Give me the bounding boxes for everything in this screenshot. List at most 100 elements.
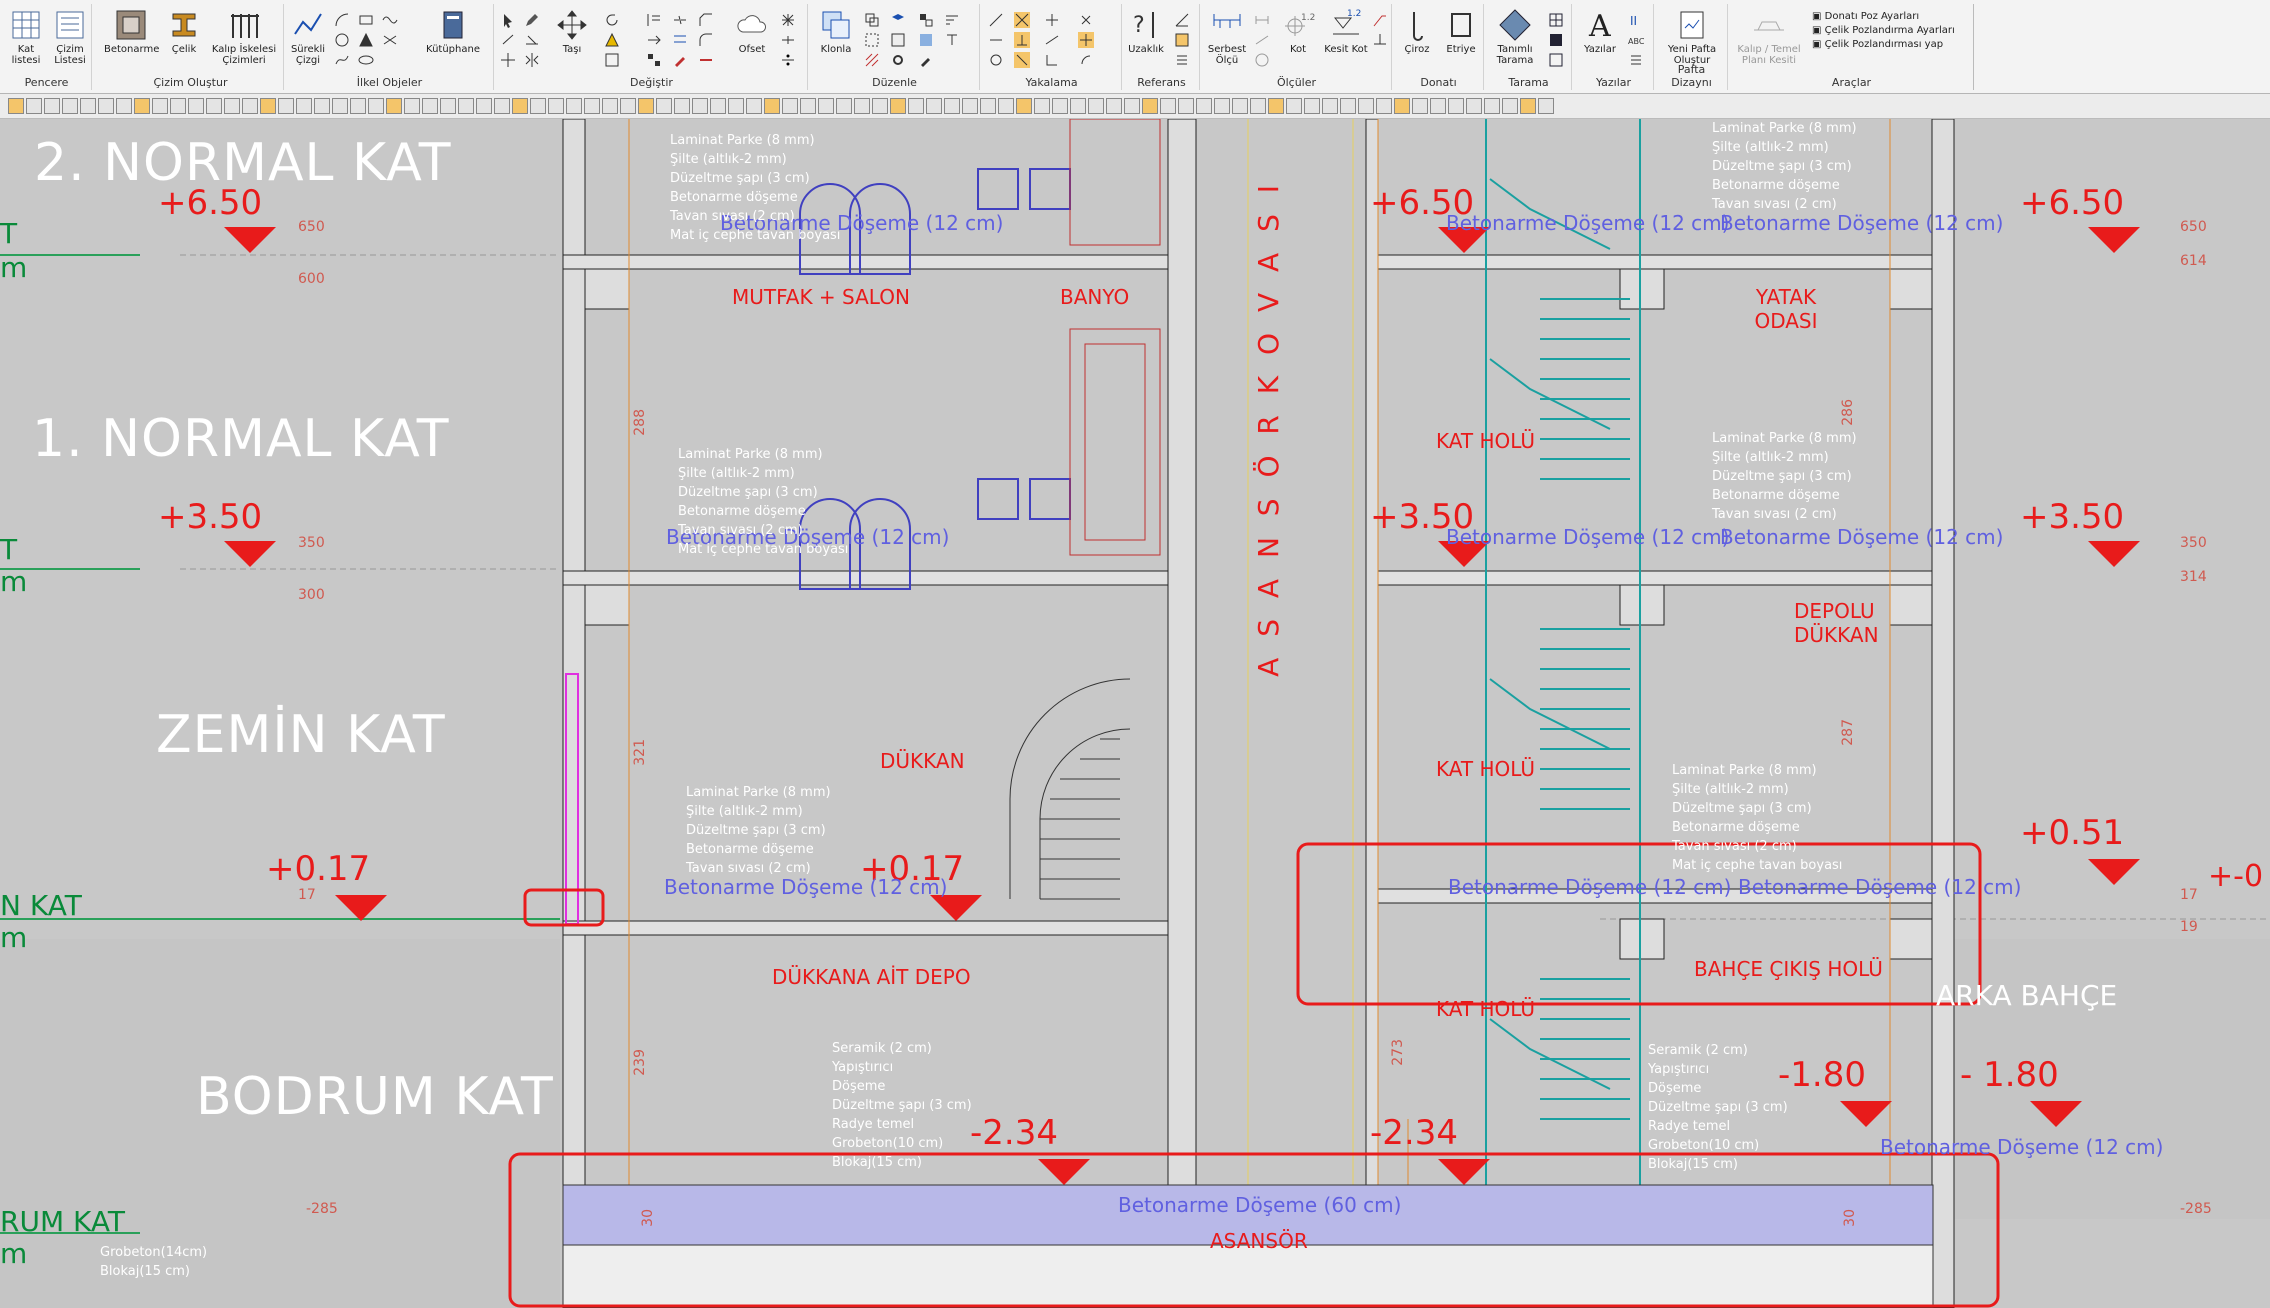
snap-end-icon[interactable] [988,12,1004,28]
kalip-temel-button[interactable]: Kalıp / Temel Planı Kesiti [1734,8,1804,66]
trim-icon[interactable] [646,12,662,28]
quick-tool-icon[interactable] [602,98,618,114]
snap-grid-icon[interactable] [1078,32,1094,48]
quick-tool-icon[interactable] [1430,98,1446,114]
celik-pozlandirma-ayarlari[interactable]: ▣ Çelik Pozlandırma Ayarları [1812,24,1955,38]
quick-tool-icon[interactable] [710,98,726,114]
quick-tool-icon[interactable] [260,98,276,114]
quick-tool-icon[interactable] [188,98,204,114]
quick-tool-icon[interactable] [908,98,924,114]
break-icon[interactable] [672,12,688,28]
quick-tool-icon[interactable] [224,98,240,114]
quick-tool-icon[interactable] [728,98,744,114]
snap-quad-icon[interactable] [1044,12,1060,28]
quick-tool-icon[interactable] [368,98,384,114]
donati-poz-ayarlari[interactable]: ▣ Donatı Poz Ayarları [1812,10,1955,24]
quick-tool-icon[interactable] [1088,98,1104,114]
erase-icon[interactable] [524,32,540,48]
quick-tool-icon[interactable] [1052,98,1068,114]
betonarme-button[interactable]: Betonarme [104,8,159,55]
snap-tangent-icon[interactable] [1044,32,1060,48]
warning-icon[interactable] [604,32,620,48]
leader-icon[interactable] [1372,12,1388,28]
quick-tool-icon[interactable] [296,98,312,114]
angle-icon[interactable] [1174,12,1190,28]
quick-tool-icon[interactable] [1016,98,1032,114]
quick-tool-icon[interactable] [998,98,1014,114]
quick-tool-icon[interactable] [494,98,510,114]
arc-icon[interactable] [334,12,350,28]
quick-tool-icon[interactable] [1376,98,1392,114]
text-list-icon[interactable] [1628,52,1644,68]
order-icon[interactable] [944,12,960,28]
quick-tool-icon[interactable] [890,98,906,114]
quick-tool-icon[interactable] [926,98,942,114]
offset-small-icon[interactable] [672,32,688,48]
array-icon[interactable] [646,52,662,68]
snap-intersect-icon[interactable] [1014,12,1030,28]
quick-tool-icon[interactable] [422,98,438,114]
quick-tool-icon[interactable] [1196,98,1212,114]
quick-tool-icon[interactable] [764,98,780,114]
text-abc-icon[interactable]: ABC [1628,32,1644,48]
scale-icon[interactable] [604,52,620,68]
snap-ortho-icon[interactable] [1044,52,1060,68]
quick-tool-icon[interactable] [638,98,654,114]
quick-tool-icon[interactable] [548,98,564,114]
curve-icon[interactable] [334,52,350,68]
cizim-listesi-button[interactable]: Çizim Listesi [50,8,90,66]
triangle-icon[interactable] [358,32,374,48]
tanimli-tarama-button[interactable]: Tanımlı Tarama [1488,8,1542,66]
mirror-icon[interactable] [524,52,540,68]
quick-tool-icon[interactable] [350,98,366,114]
quick-tool-icon[interactable] [782,98,798,114]
quick-tool-icon[interactable] [1322,98,1338,114]
color-icon[interactable] [918,32,934,48]
solid-hatch-icon[interactable] [1548,32,1564,48]
group-icon[interactable] [864,32,880,48]
grid-hatch-icon[interactable] [1548,12,1564,28]
quick-tool-icon[interactable] [314,98,330,114]
select-icon[interactable] [500,12,516,28]
rotate-icon[interactable] [604,12,620,28]
divide-icon[interactable] [780,52,796,68]
quick-tool-icon[interactable] [1358,98,1374,114]
quick-tool-icon[interactable] [440,98,456,114]
layer-icon[interactable] [890,12,906,28]
snap-node-icon[interactable] [1078,12,1094,28]
quick-tool-icon[interactable] [566,98,582,114]
yeni-pafta-button[interactable]: Yeni Pafta Oluştur [1660,8,1724,66]
quick-tool-icon[interactable] [134,98,150,114]
frame-icon[interactable] [1548,52,1564,68]
quick-tool-icon[interactable] [980,98,996,114]
list-icon[interactable] [1174,52,1190,68]
kutuphane-button[interactable]: Kütüphane [418,8,488,55]
pencil-icon[interactable] [524,12,540,28]
yazilar-button[interactable]: A Yazılar [1576,8,1624,55]
klonla-button[interactable]: Klonla [814,8,858,55]
quick-tool-icon[interactable] [674,98,690,114]
quick-tool-icon[interactable] [1340,98,1356,114]
etriye-button[interactable]: Etriye [1440,8,1482,55]
quick-tool-icon[interactable] [476,98,492,114]
quick-tool-icon[interactable] [1232,98,1248,114]
wave-icon[interactable] [382,12,398,28]
quick-tool-icon[interactable] [530,98,546,114]
quick-tool-icon[interactable] [1106,98,1122,114]
surekli-cizgi-button[interactable]: Sürekli Çizgi [288,8,328,66]
tasi-button[interactable]: Taşı [550,8,594,55]
quick-tool-icon[interactable] [1250,98,1266,114]
kat-listesi-button[interactable]: Kat listesi [6,8,46,66]
snap-polar-icon[interactable] [1078,52,1094,68]
brush-icon[interactable] [672,52,688,68]
quick-tool-icon[interactable] [854,98,870,114]
quick-tool-icon[interactable] [458,98,474,114]
kesit-kot-button[interactable]: 1.2 Kesit Kot [1324,8,1368,55]
quick-tool-icon[interactable] [80,98,96,114]
spline-icon[interactable] [382,32,398,48]
kot-button[interactable]: 1.2 Kot [1276,8,1320,55]
area-icon[interactable] [1174,32,1190,48]
quick-tool-icon[interactable] [152,98,168,114]
quick-tool-icon[interactable] [584,98,600,114]
quick-tool-icon[interactable] [656,98,672,114]
